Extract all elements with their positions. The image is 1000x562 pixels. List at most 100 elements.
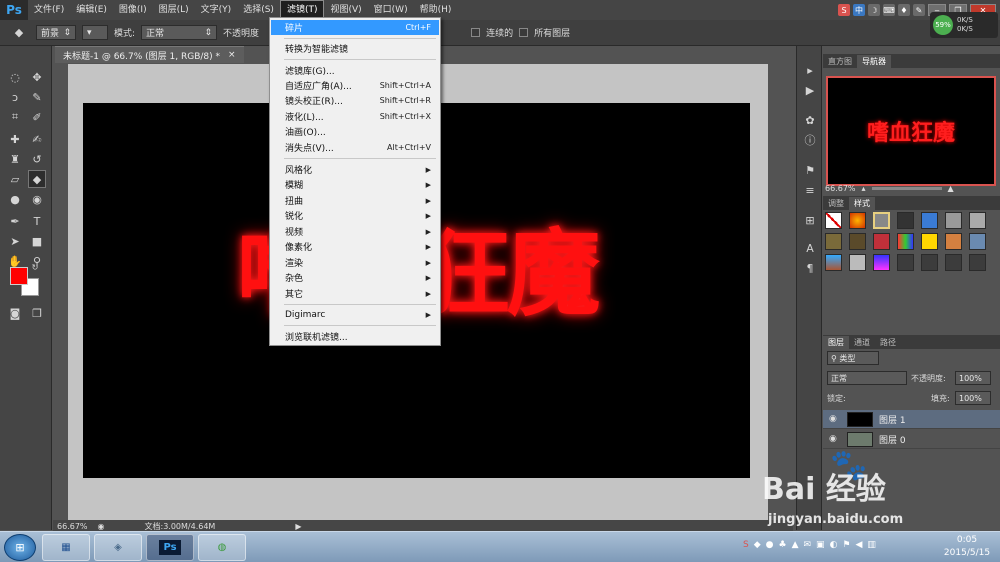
close-tab-icon[interactable]: × <box>228 50 236 60</box>
style-swatch[interactable] <box>873 254 890 271</box>
menu-item-video[interactable]: 视频 ▶ <box>271 224 439 239</box>
lasso-tool-icon[interactable]: ↄ <box>6 88 24 106</box>
style-swatch[interactable] <box>849 233 866 250</box>
zoom-slider[interactable] <box>871 186 942 190</box>
style-swatch[interactable] <box>945 233 962 250</box>
menu-item-digimarc[interactable]: Digimarc ▶ <box>271 307 439 322</box>
all-layers-checkbox[interactable] <box>519 28 529 37</box>
style-swatch[interactable] <box>897 254 914 271</box>
shape-tool-icon[interactable]: ■ <box>28 232 46 250</box>
healing-tool-icon[interactable]: ✚ <box>6 130 24 148</box>
tab-styles[interactable]: 样式 <box>849 197 875 210</box>
blur-tool-icon[interactable]: ● <box>6 190 24 208</box>
style-swatch[interactable] <box>849 212 866 229</box>
style-swatch[interactable] <box>921 212 938 229</box>
layer-opacity-input[interactable]: 100% <box>955 371 991 385</box>
menu-item-noise[interactable]: 杂色 ▶ <box>271 270 439 285</box>
fill-source-select[interactable]: 前景 ⇕ <box>36 25 76 40</box>
style-swatch[interactable] <box>945 212 962 229</box>
contiguous-checkbox[interactable] <box>471 28 481 37</box>
sogou-icon[interactable]: S <box>838 4 850 16</box>
style-swatch[interactable] <box>897 212 914 229</box>
eraser-tool-icon[interactable]: ▱ <box>6 170 24 188</box>
menu-item-other[interactable]: 其它 ▶ <box>271 286 439 301</box>
mode-select[interactable]: 正常 ⇕ <box>141 25 218 40</box>
document-tab[interactable]: 未标题-1 @ 66.7% (图层 1, RGB/8) * × <box>55 46 244 63</box>
keyboard-icon[interactable]: ⌨ <box>883 4 895 16</box>
paint-bucket-preset-icon[interactable]: ◆ <box>8 24 30 42</box>
sogou-tray-icon[interactable]: S <box>743 540 749 550</box>
style-swatch[interactable] <box>969 254 986 271</box>
menu-item-fragment[interactable]: 碎片 Ctrl+F <box>271 20 439 35</box>
style-swatch[interactable] <box>921 254 938 271</box>
tray-icon[interactable]: ▲ <box>792 540 799 550</box>
layer-row[interactable]: ◉ 图层 1 <box>823 410 1000 429</box>
menu-item-filter-gallery[interactable]: 滤镜库(G)... <box>271 63 439 78</box>
style-swatch[interactable] <box>825 212 842 229</box>
tab-histogram[interactable]: 直方图 <box>823 55 857 68</box>
taskbar-clock[interactable]: 0:05 2015/5/15 <box>937 534 997 560</box>
style-swatch[interactable] <box>873 233 890 250</box>
style-swatch[interactable] <box>921 233 938 250</box>
tab-navigator[interactable]: 导航器 <box>857 55 891 68</box>
layer-row[interactable]: ◉ 图层 0 <box>823 430 1000 449</box>
paragraph-icon[interactable]: ¶ <box>802 260 818 276</box>
marquee-tool-icon[interactable]: ◌ <box>6 68 24 86</box>
tray-icon[interactable]: ✉ <box>804 540 812 550</box>
taskbar-app-photoshop[interactable]: Ps <box>146 534 194 561</box>
pen-tool-icon[interactable]: ✒ <box>6 212 24 230</box>
menu-item-pixelate[interactable]: 像素化 ▶ <box>271 239 439 254</box>
menu-item-adaptive-wide-angle[interactable]: 自适应广角(A)... Shift+Ctrl+A <box>271 78 439 93</box>
tray-icon[interactable]: ⚑ <box>842 540 850 550</box>
dodge-tool-icon[interactable]: ◉ <box>28 190 46 208</box>
quick-select-tool-icon[interactable]: ✎ <box>28 88 46 106</box>
eyedropper-tool-icon[interactable]: ✐ <box>28 108 46 126</box>
style-swatch[interactable] <box>825 254 842 271</box>
zoom-in-icon[interactable]: ▲ <box>948 184 954 193</box>
type-tool-icon[interactable]: T <box>28 212 46 230</box>
layer-fill-input[interactable]: 100% <box>955 391 991 405</box>
actions-icon[interactable]: ≡ <box>802 182 818 198</box>
quick-mask-icon[interactable]: ◙ <box>6 304 24 322</box>
start-button[interactable]: ⊞ <box>4 534 36 561</box>
path-select-tool-icon[interactable]: ➤ <box>6 232 24 250</box>
clone-source-icon[interactable]: ⊞ <box>802 212 818 228</box>
style-swatch[interactable] <box>849 254 866 271</box>
tab-adjustments[interactable]: 调整 <box>823 197 849 210</box>
menu-item-stylize[interactable]: 风格化 ▶ <box>271 162 439 177</box>
menu-edit[interactable]: 编辑(E) <box>70 0 113 20</box>
tray-icon[interactable]: ♣ <box>779 540 787 550</box>
tab-paths[interactable]: 路径 <box>875 336 901 349</box>
style-swatch[interactable] <box>969 233 986 250</box>
navigator-preview[interactable]: 嗜血狂魔 <box>826 76 996 186</box>
menu-item-convert-smart-filter[interactable]: 转换为智能滤镜 <box>271 41 439 56</box>
status-arrow-icon[interactable]: ▶ <box>295 522 301 531</box>
tray-icon[interactable]: ▣ <box>816 540 825 550</box>
menu-item-distort[interactable]: 扭曲 ▶ <box>271 193 439 208</box>
layer-kind-filter[interactable]: ⚲ 类型 <box>827 351 879 365</box>
tray-icon[interactable]: ● <box>766 540 774 550</box>
style-swatch[interactable] <box>897 233 914 250</box>
menu-item-blur[interactable]: 模糊 ▶ <box>271 177 439 192</box>
stamp-tool-icon[interactable]: ♜ <box>6 150 24 168</box>
pattern-select[interactable]: ▾ <box>82 25 108 40</box>
zoom-out-icon[interactable]: ▴ <box>862 184 866 193</box>
history-brush-icon[interactable]: ↺ <box>28 150 46 168</box>
taskbar-app-image[interactable]: ◈ <box>94 534 142 561</box>
moon-icon[interactable]: ☽ <box>868 4 880 16</box>
tray-icon[interactable]: ◆ <box>754 540 761 550</box>
network-speed-widget[interactable]: 59% 0K/S 0K/S <box>930 12 998 38</box>
move-tool-icon[interactable]: ✥ <box>28 68 46 86</box>
menu-item-liquify[interactable]: 液化(L)... Shift+Ctrl+X <box>271 109 439 124</box>
menu-item-lens-correction[interactable]: 镜头校正(R)... Shift+Ctrl+R <box>271 93 439 108</box>
menu-image[interactable]: 图像(I) <box>113 0 153 20</box>
swap-colors-icon[interactable]: ↻ <box>30 262 40 272</box>
style-swatch[interactable] <box>873 212 890 229</box>
play-icon[interactable]: ▶ <box>802 82 818 98</box>
history-icon[interactable]: ⚑ <box>802 162 818 178</box>
info-icon[interactable]: ⓘ <box>802 132 818 148</box>
style-swatch[interactable] <box>825 233 842 250</box>
menu-item-oil-paint[interactable]: 油画(O)... <box>271 124 439 139</box>
collapse-icon[interactable]: ▸ <box>802 62 818 78</box>
tab-layers[interactable]: 图层 <box>823 336 849 349</box>
